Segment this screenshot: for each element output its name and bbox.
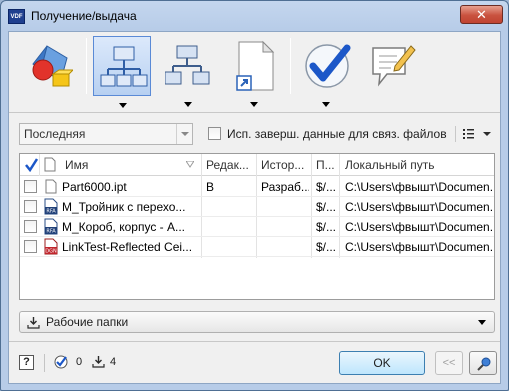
toolbar: [9, 32, 500, 108]
vault-path: $/...: [316, 220, 337, 234]
network-tree-icon: [100, 46, 148, 87]
collapse-button[interactable]: <<: [435, 351, 463, 375]
column-header-history[interactable]: Истор...: [261, 158, 311, 172]
table-row[interactable]: DGN LinkTest-Reflected Cei... $/... C:\U…: [20, 237, 494, 257]
file-name: М_Короб, корпус - А...: [62, 220, 185, 234]
rfa-file-icon: RFA: [44, 218, 58, 235]
ok-button[interactable]: OK: [339, 351, 425, 375]
svg-text:RFA: RFA: [46, 209, 56, 215]
title-bar[interactable]: VDF Получение/выдача ✕: [1, 1, 508, 31]
chevron-down-icon[interactable]: [250, 102, 258, 107]
column-header-name[interactable]: Имя: [65, 158, 185, 172]
vault-path: $/...: [316, 180, 337, 194]
file-name: М_Тройник с перехо...: [62, 200, 186, 214]
pin-icon: [477, 357, 491, 371]
header-divider: [311, 154, 312, 176]
version-combo-value: Последняя: [24, 127, 86, 141]
hierarchy-icon: [165, 45, 210, 85]
chevron-down-icon[interactable]: [322, 102, 330, 107]
toolbar-button-network-tree[interactable]: [93, 36, 151, 108]
checkmark-icon[interactable]: [25, 158, 38, 172]
edit-state: В: [206, 180, 215, 194]
header-divider: [201, 154, 202, 176]
download-icon: [27, 317, 40, 329]
table-row[interactable]: RFA М_Тройник с перехо... $/... C:\Users…: [20, 197, 494, 217]
window-title: Получение/выдача: [31, 9, 137, 23]
svg-text:DGN: DGN: [45, 249, 57, 255]
toolbar-button-hierarchy[interactable]: [159, 36, 217, 107]
download-count: 4: [110, 356, 117, 368]
working-folders-combo[interactable]: Рабочие папки: [19, 311, 495, 333]
document-shortcut-icon: [236, 40, 275, 91]
file-name: LinkTest-Reflected Cei...: [62, 240, 193, 254]
close-button[interactable]: ✕: [460, 5, 503, 24]
rfa-file-icon: RFA: [44, 198, 58, 215]
download-icon: [92, 356, 105, 368]
history-state: Разраб...: [261, 180, 309, 194]
dgn-file-icon: DGN: [44, 238, 58, 255]
chevron-down-icon[interactable]: [119, 103, 127, 108]
local-path: C:\Users\фвышт\Documen...: [345, 180, 493, 194]
3d-shapes-icon: [32, 45, 73, 87]
header-divider: [39, 154, 40, 176]
vault-path: $/...: [316, 240, 337, 254]
vault-path: $/...: [316, 200, 337, 214]
toolbar-button-check[interactable]: [297, 36, 355, 107]
row-checkbox[interactable]: [24, 220, 37, 233]
toolbar-separator: [290, 38, 291, 94]
checkmark-icon: [305, 44, 351, 88]
list-view-button[interactable]: [455, 124, 495, 144]
toolbar-button-3d-shapes[interactable]: [19, 36, 77, 96]
app-icon: VDF: [8, 9, 25, 24]
file-name: Part6000.ipt: [62, 180, 127, 194]
row-checkbox[interactable]: [24, 200, 37, 213]
local-path: C:\Users\фвышт\Documen...: [345, 200, 493, 214]
divider: [9, 112, 500, 113]
row-checkbox[interactable]: [24, 240, 37, 253]
table-row[interactable]: Part6000.ipt В Разраб... $/... C:\Users\…: [20, 177, 494, 197]
column-header-local-path[interactable]: Локальный путь: [345, 158, 485, 172]
settings-button[interactable]: [469, 351, 497, 375]
table-row[interactable]: RFA М_Короб, корпус - А... $/... C:\User…: [20, 217, 494, 237]
divider: [44, 354, 45, 372]
column-header-edit[interactable]: Редак...: [206, 158, 258, 172]
header-divider: [256, 154, 257, 176]
files-grid: Имя Редак... Истор... П... Локальный пут…: [19, 153, 495, 300]
help-button[interactable]: ?: [19, 355, 34, 370]
filter-icon[interactable]: [186, 161, 194, 168]
use-checkin-data-checkbox[interactable]: [208, 127, 221, 140]
version-combo[interactable]: Последняя: [19, 123, 193, 145]
header-divider: [339, 154, 340, 176]
status-bar: ? 0 4 OK <<: [9, 342, 500, 383]
toolbar-button-document-shortcut[interactable]: [225, 36, 283, 107]
working-folders-value: Рабочие папки: [46, 315, 129, 329]
file-type-icon: [44, 157, 56, 172]
local-path: C:\Users\фвышт\Documen...: [345, 220, 493, 234]
grid-header: Имя Редак... Истор... П... Локальный пут…: [20, 154, 494, 176]
local-path: C:\Users\фвышт\Documen...: [345, 240, 493, 254]
chevron-down-icon[interactable]: [184, 102, 192, 107]
column-header-p[interactable]: П...: [316, 158, 338, 172]
list-view-icon: [455, 126, 491, 142]
svg-text:RFA: RFA: [46, 229, 56, 235]
ipt-file-icon: [45, 179, 57, 194]
dialog-window: VDF Получение/выдача ✕ Последняя Исп. за…: [0, 0, 509, 391]
comment-edit-icon: [372, 45, 416, 87]
toolbar-separator: [86, 38, 87, 94]
checked-count: 0: [76, 356, 83, 368]
checkmark-icon: [54, 355, 68, 369]
toolbar-button-comment[interactable]: [363, 36, 421, 96]
row-checkbox[interactable]: [24, 180, 37, 193]
use-checkin-data-label: Исп. заверш. данные для связ. файлов: [227, 127, 447, 141]
chevron-down-icon[interactable]: [176, 124, 192, 144]
chevron-down-icon[interactable]: [478, 320, 486, 325]
dialog-client: Последняя Исп. заверш. данные для связ. …: [8, 31, 501, 384]
